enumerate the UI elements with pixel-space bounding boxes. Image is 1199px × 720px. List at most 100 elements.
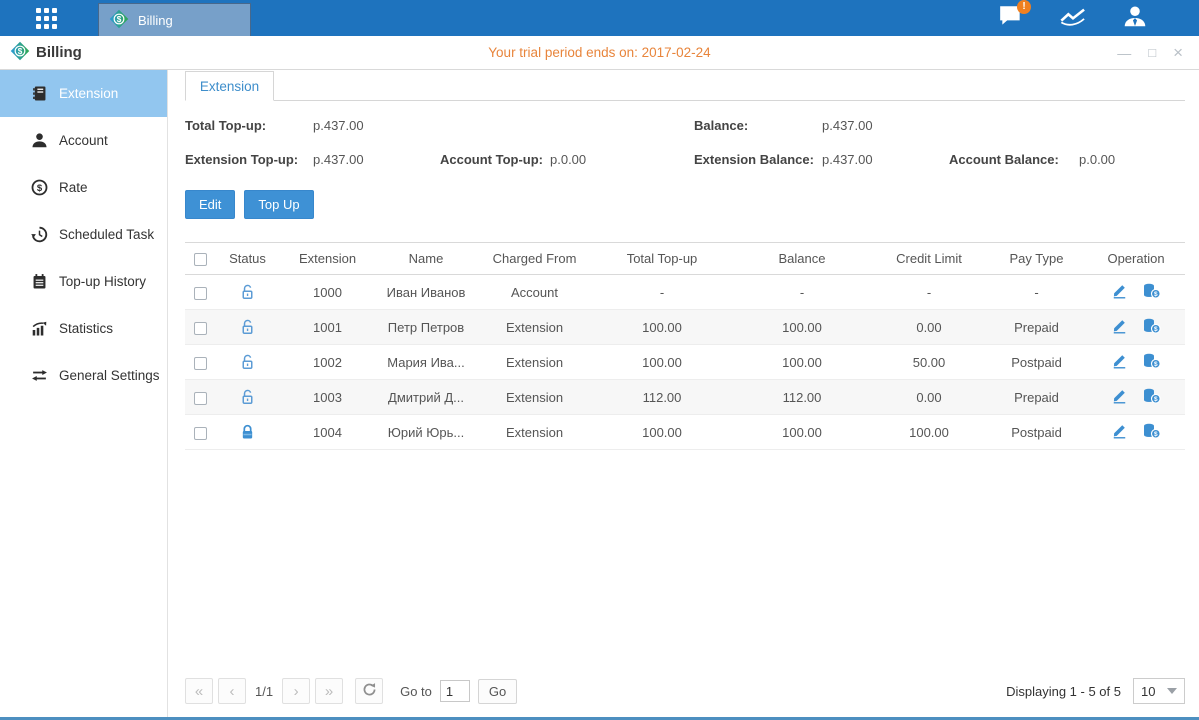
- column-header: Pay Type: [986, 243, 1087, 275]
- notification-badge: !: [1017, 0, 1031, 14]
- window-title: $ Billing: [10, 41, 82, 65]
- sidebar-item-statistics[interactable]: Statistics: [0, 305, 167, 352]
- prev-page-button[interactable]: ‹: [218, 678, 246, 704]
- row-checkbox[interactable]: [194, 287, 207, 300]
- edit-icon[interactable]: [1111, 352, 1128, 372]
- taskbar-tab-billing[interactable]: $ Billing: [98, 3, 251, 36]
- column-header: Operation: [1087, 243, 1185, 275]
- sidebar-item-extension[interactable]: Extension: [0, 70, 167, 117]
- edit-icon[interactable]: [1111, 422, 1128, 442]
- summary-label: Extension Top-up:: [185, 152, 313, 167]
- sidebar-item-topup-history[interactable]: Top-up History: [0, 258, 167, 305]
- topup-icon[interactable]: $: [1142, 422, 1161, 442]
- topup-icon[interactable]: $: [1142, 282, 1161, 302]
- topup-icon[interactable]: $: [1142, 352, 1161, 372]
- lock-open-icon: [239, 353, 256, 368]
- sidebar-item-label: Scheduled Task: [59, 227, 154, 242]
- cell-name: Петр Петров: [375, 310, 477, 345]
- cell-credit-limit: 0.00: [872, 310, 986, 345]
- sidebar-item-account[interactable]: Account: [0, 117, 167, 164]
- top-up-button[interactable]: Top Up: [244, 190, 313, 219]
- goto-label: Go to: [400, 684, 432, 699]
- cell-total-topup: 100.00: [592, 415, 732, 450]
- column-header: Total Top-up: [592, 243, 732, 275]
- refresh-button[interactable]: [355, 678, 383, 704]
- summary-value: p.437.00: [822, 118, 949, 133]
- topup-icon[interactable]: $: [1142, 387, 1161, 407]
- goto-page-input[interactable]: [440, 680, 470, 702]
- stats-chart-icon: [31, 320, 48, 337]
- app-window: $ Billing ! $ Billing Your trial period …: [0, 0, 1199, 720]
- user-account-icon[interactable]: [1121, 6, 1149, 30]
- summary-value: p.437.00: [313, 152, 440, 167]
- notifications-icon[interactable]: !: [997, 6, 1025, 30]
- next-page-button[interactable]: ›: [282, 678, 310, 704]
- lock-closed-icon: [239, 423, 256, 438]
- svg-text:$: $: [117, 14, 122, 23]
- cell-pay-type: Postpaid: [986, 415, 1087, 450]
- table-row: 1002Мария Ива...Extension100.00100.0050.…: [185, 345, 1185, 380]
- maximize-button[interactable]: □: [1148, 46, 1156, 59]
- edit-icon[interactable]: [1111, 282, 1128, 302]
- topup-icon[interactable]: $: [1142, 317, 1161, 337]
- close-button[interactable]: ×: [1173, 44, 1183, 61]
- billing-diamond-icon: $: [109, 9, 129, 32]
- history-clock-icon: [31, 226, 48, 243]
- app-grid-icon[interactable]: [36, 8, 57, 29]
- cell-charged-from: Account: [477, 275, 592, 310]
- column-header: Name: [375, 243, 477, 275]
- edit-button[interactable]: Edit: [185, 190, 235, 219]
- table-row: 1000Иван ИвановAccount----$: [185, 275, 1185, 310]
- cell-credit-limit: 50.00: [872, 345, 986, 380]
- displaying-text: Displaying 1 - 5 of 5: [1006, 684, 1121, 699]
- cell-balance: 100.00: [732, 345, 872, 380]
- svg-text:$: $: [1154, 361, 1158, 368]
- summary-label: Extension Balance:: [694, 152, 822, 167]
- sidebar-item-label: Rate: [59, 180, 88, 195]
- cell-charged-from: Extension: [477, 380, 592, 415]
- column-header: Credit Limit: [872, 243, 986, 275]
- edit-icon[interactable]: [1111, 387, 1128, 407]
- svg-text:$: $: [1154, 326, 1158, 333]
- balance-summary: Total Top-up: p.437.00 Balance: p.437.00…: [185, 101, 1185, 186]
- monitor-chart-icon[interactable]: [1059, 6, 1087, 30]
- edit-icon[interactable]: [1111, 317, 1128, 337]
- page-size-select[interactable]: 10: [1133, 678, 1185, 704]
- cell-extension: 1003: [280, 380, 375, 415]
- lock-open-icon: [239, 318, 256, 333]
- go-button[interactable]: Go: [478, 679, 517, 704]
- dollar-circle-icon: $: [31, 179, 48, 196]
- summary-value: p.437.00: [313, 118, 440, 133]
- cell-balance: 100.00: [732, 310, 872, 345]
- cell-name: Иван Иванов: [375, 275, 477, 310]
- cell-balance: -: [732, 275, 872, 310]
- tab-extension[interactable]: Extension: [185, 71, 274, 101]
- select-all-cell: [185, 243, 215, 275]
- cell-name: Юрий Юрь...: [375, 415, 477, 450]
- last-page-button[interactable]: »: [315, 678, 343, 704]
- sidebar-item-label: Statistics: [59, 321, 113, 336]
- cell-extension: 1002: [280, 345, 375, 380]
- cell-charged-from: Extension: [477, 310, 592, 345]
- first-page-button[interactable]: «: [185, 678, 213, 704]
- minimize-button[interactable]: —: [1117, 46, 1131, 60]
- sidebar-item-general-settings[interactable]: General Settings: [0, 352, 167, 399]
- row-checkbox[interactable]: [194, 427, 207, 440]
- row-checkbox[interactable]: [194, 322, 207, 335]
- tab-strip: Extension: [185, 71, 1185, 101]
- cell-charged-from: Extension: [477, 345, 592, 380]
- sidebar-item-rate[interactable]: $ Rate: [0, 164, 167, 211]
- lock-open-icon: [239, 388, 256, 403]
- cell-extension: 1004: [280, 415, 375, 450]
- select-all-checkbox[interactable]: [194, 253, 207, 266]
- sidebar-item-scheduled-task[interactable]: Scheduled Task: [0, 211, 167, 258]
- summary-label: Account Top-up:: [440, 152, 550, 167]
- table-row: 1003Дмитрий Д...Extension112.00112.000.0…: [185, 380, 1185, 415]
- summary-value: p.0.00: [1079, 152, 1115, 167]
- table-row: 1001Петр ПетровExtension100.00100.000.00…: [185, 310, 1185, 345]
- row-checkbox[interactable]: [194, 357, 207, 370]
- column-header: Extension: [280, 243, 375, 275]
- row-checkbox[interactable]: [194, 392, 207, 405]
- cell-extension: 1000: [280, 275, 375, 310]
- cell-total-topup: 100.00: [592, 345, 732, 380]
